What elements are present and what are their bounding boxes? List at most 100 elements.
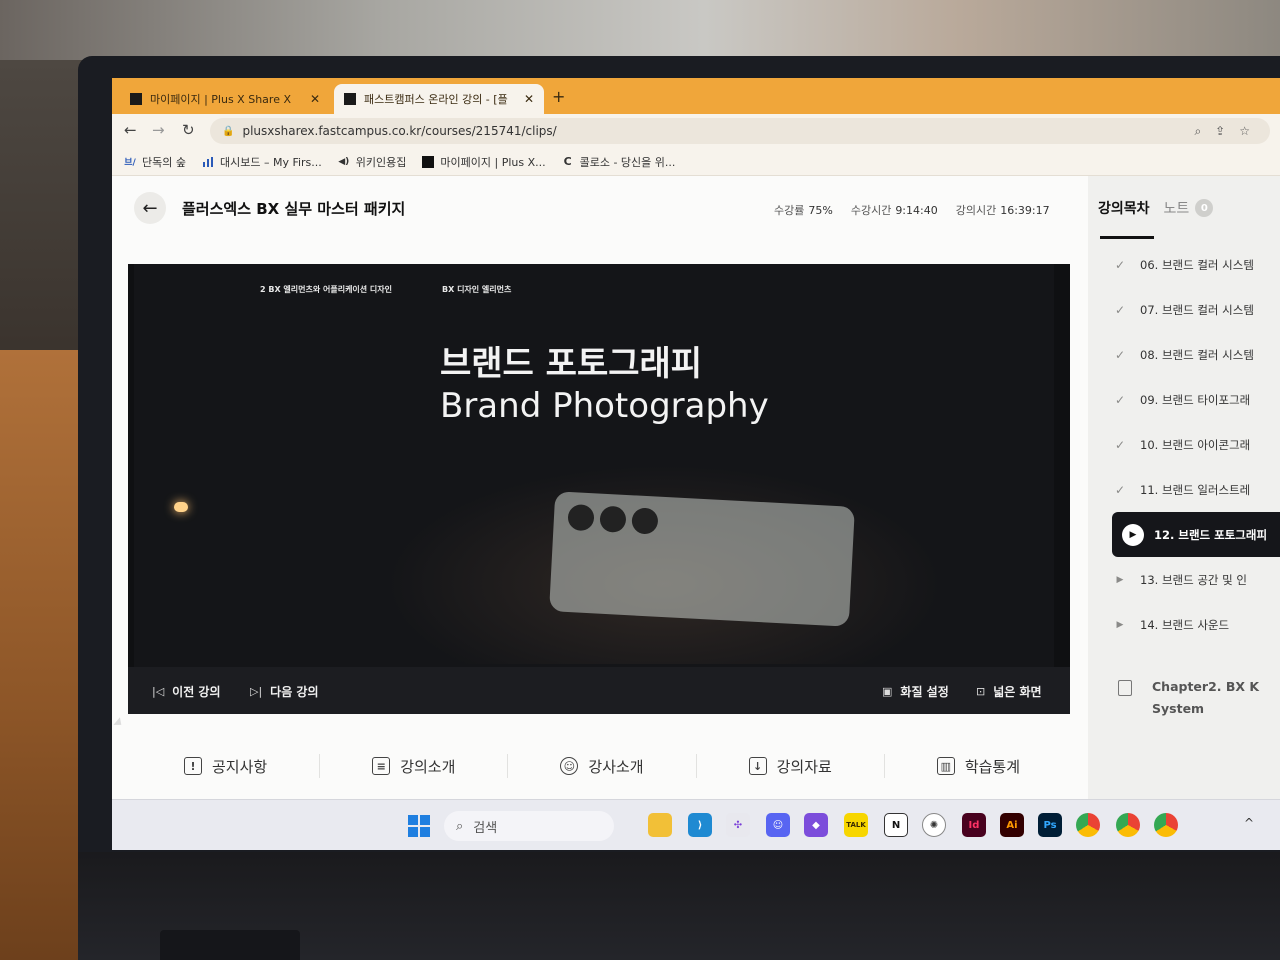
- bookmark-label: 대시보드 – My Firs...: [219, 155, 322, 169]
- bookmark-item[interactable]: ◀) 위키인용집: [338, 154, 407, 170]
- chrome-icon[interactable]: [1076, 813, 1100, 837]
- sidebar-tabs: 강의목차 노트 0: [1098, 198, 1214, 218]
- back-arrow-icon: ←: [142, 197, 158, 219]
- sound-icon: ◀): [338, 156, 350, 167]
- check-icon: ✓: [1114, 482, 1126, 497]
- video-frame: 2 BX 엘리먼츠와 어플리케이션 디자인 BX 디자인 엘리먼츠 브랜드 포토…: [134, 264, 1054, 667]
- browser-tab-bar: 마이페이지 | Plus X Share X ✕ 패스트캠퍼스 온라인 강의 -…: [112, 78, 1280, 114]
- tab-notice[interactable]: ! 공지사항: [132, 754, 321, 778]
- tab-materials[interactable]: ↓ 강의자료: [697, 754, 885, 778]
- lesson-item[interactable]: ✓ 07. 브랜드 컬러 시스템: [1100, 287, 1280, 332]
- lesson-item[interactable]: ✓ 06. 브랜드 컬러 시스템: [1100, 242, 1280, 287]
- lesson-item[interactable]: ✓ 08. 브랜드 컬러 시스템: [1100, 332, 1280, 377]
- camera-lens-icon: [631, 507, 659, 535]
- tab-statistics[interactable]: ▥ 학습통계: [885, 754, 1072, 778]
- bookmark-label: 마이페이지 | Plus X...: [440, 155, 546, 169]
- lesson-item[interactable]: ✓ 09. 브랜드 타이포그래: [1100, 377, 1280, 422]
- indesign-icon[interactable]: Id: [962, 813, 986, 837]
- chart-icon: [202, 156, 214, 168]
- skip-back-icon: |◁: [152, 685, 165, 698]
- chrome-icon[interactable]: [1116, 813, 1140, 837]
- check-icon: ✓: [1114, 437, 1126, 452]
- download-icon: ↓: [748, 757, 767, 775]
- chatgpt-icon[interactable]: ✺: [922, 813, 946, 837]
- user-icon: ☺: [560, 757, 579, 775]
- check-icon: ✓: [1114, 257, 1126, 272]
- back-arrow-icon[interactable]: ←: [124, 121, 137, 139]
- light-reflection: [174, 502, 188, 512]
- back-button[interactable]: ←: [134, 192, 166, 224]
- stat-lecture-time: 강의시간 16:39:17: [955, 204, 1050, 217]
- prev-lesson-button[interactable]: |◁ 이전 강의: [152, 683, 221, 700]
- browser-tab-mypage[interactable]: 마이페이지 | Plus X Share X ✕: [120, 84, 330, 114]
- photoshop-icon[interactable]: Ps: [1038, 813, 1062, 837]
- wide-screen-button[interactable]: ⊡ 넓은 화면: [976, 683, 1042, 700]
- quality-settings-button[interactable]: ▣ 화질 설정: [882, 683, 949, 700]
- lesson-item[interactable]: ▶ 14. 브랜드 사운드: [1100, 602, 1280, 647]
- bookmark-label: 콜로소 - 당신을 위...: [579, 155, 676, 169]
- lesson-item[interactable]: ▶ 13. 브랜드 공간 및 인: [1100, 557, 1280, 602]
- search-label: 검색: [473, 820, 498, 836]
- next-lesson-button[interactable]: ▷| 다음 강의: [250, 683, 319, 700]
- tray-expand-icon[interactable]: ^: [1244, 816, 1254, 830]
- stat-progress: 수강률 75%: [774, 204, 833, 217]
- chrome-icon[interactable]: [1154, 813, 1178, 837]
- bookmark-item[interactable]: 대시보드 – My Firs...: [202, 154, 322, 170]
- vscode-icon[interactable]: ⟩: [688, 813, 712, 837]
- lesson-item[interactable]: ✓ 10. 브랜드 아이콘그래: [1100, 422, 1280, 467]
- camera-lens-icon: [567, 503, 595, 532]
- lesson-list: ✓ 06. 브랜드 컬러 시스템 ✓ 07. 브랜드 컬러 시스템 ✓ 08. 브랜드…: [1100, 242, 1280, 647]
- course-title: 플러스엑스 BX 실무 마스터 패키지: [182, 200, 406, 218]
- check-icon: ✓: [1114, 302, 1126, 317]
- tab-notes[interactable]: 노트 0: [1164, 198, 1214, 218]
- bookmark-label: 단독의 숲: [142, 155, 186, 169]
- close-tab-icon[interactable]: ✕: [524, 92, 534, 106]
- bookmark-item[interactable]: 브/단독의 숲: [124, 154, 186, 170]
- notice-icon: !: [184, 757, 202, 775]
- lesson-sidebar: 강의목차 노트 0 ✓ 06. 브랜드 컬러 시스템 ✓ 07. 브랜드 컬러 시스템…: [1088, 176, 1280, 850]
- notes-count-badge: 0: [1195, 199, 1214, 217]
- close-tab-icon[interactable]: ✕: [310, 92, 320, 106]
- explorer-icon[interactable]: [648, 813, 672, 837]
- tab-table-of-contents[interactable]: 강의목차: [1098, 198, 1150, 218]
- chapter-title: Chapter2. BX K System: [1152, 679, 1260, 716]
- video-player[interactable]: 2 BX 엘리먼츠와 어플리케이션 디자인 BX 디자인 엘리먼츠 브랜드 포토…: [128, 264, 1070, 714]
- bookmark-star-icon[interactable]: ☆: [1239, 124, 1250, 139]
- camera-lens-icon: [599, 505, 627, 533]
- address-bar[interactable]: 🔒 plusxsharex.fastcampus.co.kr/courses/2…: [210, 118, 1270, 144]
- tab-course-intro[interactable]: ≡ 강의소개: [320, 754, 509, 778]
- chapter-item[interactable]: Chapter2. BX K System: [1118, 676, 1278, 738]
- tab-instructor[interactable]: ☺ 강사소개: [508, 754, 697, 778]
- reload-icon[interactable]: ↻: [182, 121, 195, 139]
- taskbar-search[interactable]: ⌕ 검색: [444, 811, 614, 841]
- skip-forward-icon: ▷|: [250, 685, 263, 698]
- bookmarks-bar: 브/단독의 숲 대시보드 – My Firs... ◀) 위키인용집 마이페이지 …: [112, 148, 1280, 176]
- illustrator-icon[interactable]: Ai: [1000, 813, 1024, 837]
- document-icon: [1118, 680, 1132, 696]
- new-tab-button[interactable]: +: [552, 87, 565, 106]
- bookmark-item[interactable]: 마이페이지 | Plus X...: [422, 154, 546, 170]
- windows-start-icon[interactable]: [408, 815, 430, 837]
- lesson-item[interactable]: ✓ 11. 브랜드 일러스트레: [1100, 467, 1280, 512]
- browser-tab-fastcampus[interactable]: 패스트캠퍼스 온라인 강의 - [플 ✕: [334, 84, 544, 114]
- forward-arrow-icon[interactable]: →: [152, 121, 165, 139]
- lock-icon: 🔒: [222, 125, 235, 137]
- tab-title: 마이페이지 | Plus X Share X: [150, 93, 291, 106]
- play-arrow-icon: ▶: [1116, 574, 1124, 585]
- bookmark-favicon-icon: 브/: [124, 158, 136, 168]
- share-icon[interactable]: ⇪: [1215, 124, 1225, 139]
- bookmark-label: 위키인용집: [355, 155, 407, 169]
- bookmark-item[interactable]: C 콜로소 - 당신을 위...: [562, 154, 676, 170]
- notion-icon[interactable]: N: [884, 813, 908, 837]
- square-icon: [422, 155, 435, 168]
- course-page: ← 플러스엑스 BX 실무 마스터 패키지 수강률 75% 수강시간 9:14:40…: [112, 176, 1280, 850]
- quality-icon: ▣: [882, 685, 893, 698]
- discord-icon[interactable]: ☺: [766, 813, 790, 837]
- obsidian-icon[interactable]: ◆: [804, 813, 828, 837]
- tab-favicon-icon: [130, 93, 142, 105]
- zoom-icon[interactable]: ⌕: [1194, 124, 1201, 139]
- lesson-item-active[interactable]: ▶ 12. 브랜드 포토그래피: [1112, 512, 1280, 557]
- page-tabs: ! 공지사항 ≡ 강의소개 ☺ 강사소개 ↓ 강의자료 ▥ 학습통계: [132, 741, 1072, 791]
- figma-icon[interactable]: ✣: [726, 813, 750, 837]
- kakaotalk-icon[interactable]: TALK: [844, 813, 868, 837]
